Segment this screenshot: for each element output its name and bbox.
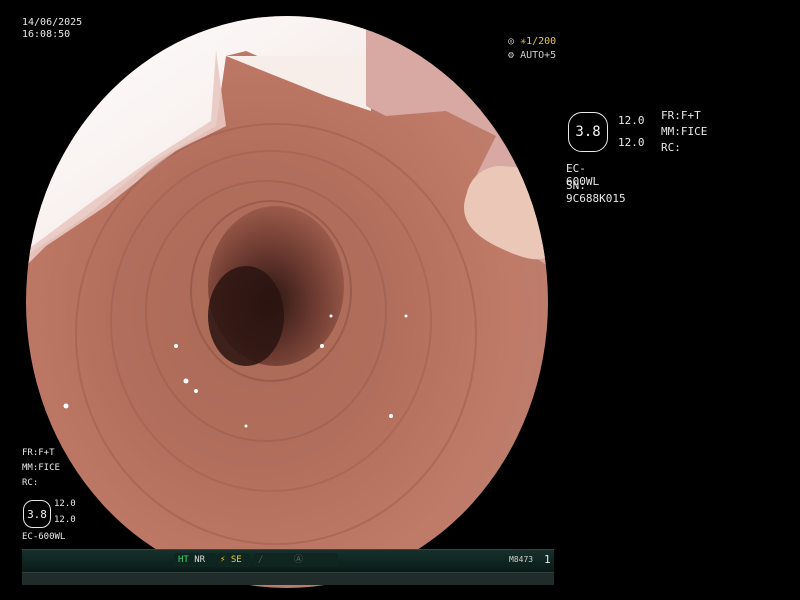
gear-icon: ⚙ xyxy=(508,50,515,61)
setting-value-1: 12.0 xyxy=(54,499,76,509)
auto-mode-row: ⚙ AUTO+5 xyxy=(508,49,556,63)
fr-label: FR:F+T xyxy=(661,109,701,122)
se-icon: ⚡ xyxy=(220,555,226,565)
endoscope-image xyxy=(26,16,548,588)
page-number: 1 xyxy=(544,553,551,566)
rc-label: RC: xyxy=(22,478,39,488)
ht-label: HT xyxy=(178,555,189,565)
status-bar-top: HT NR ⚡ SE ∕ Ⓐ M8473 1 xyxy=(22,550,554,570)
nr-label: NR xyxy=(194,555,206,565)
mode-block: FR:F+T MM:FICE RC: xyxy=(661,108,707,156)
se-indicator: ⚡ SE xyxy=(216,553,250,567)
setting-value-2: 12.0 xyxy=(54,515,76,525)
hex-value-badge: 3.8 xyxy=(23,500,51,528)
shutter-speed-row: ◎ ✳1/200 xyxy=(508,35,556,49)
date-text: 14/06/2025 xyxy=(22,17,83,28)
device-code: M8473 xyxy=(509,555,534,564)
ht-nr-indicator: HT NR xyxy=(174,553,216,567)
mm-label: MM:FICE xyxy=(22,463,60,473)
iris-icon: ◎ xyxy=(508,36,515,47)
left-info-panel: FR:F+T MM:FICE RC: 3.8 12.0 12.0 EC-600W… xyxy=(20,446,90,546)
model-label: EC-600WL xyxy=(22,532,66,542)
serial-label: SN: 9C688K015 xyxy=(566,179,626,205)
hex-value-badge: 3.8 xyxy=(568,112,608,152)
disabled-indicator: ∕ xyxy=(254,553,292,567)
mode-block: FR:F+T MM:FICE RC: xyxy=(22,446,60,491)
time-text: 16:08:50 xyxy=(22,29,71,40)
shutter-speed: 1/200 xyxy=(526,36,557,47)
circle-a-icon: Ⓐ xyxy=(294,555,304,565)
auto-mode: AUTO+5 xyxy=(520,50,557,61)
status-bar: HT NR ⚡ SE ∕ Ⓐ M8473 1 xyxy=(22,549,554,585)
shutter-info: ◎ ✳1/200 ⚙ AUTO+5 xyxy=(508,35,556,63)
fr-label: FR:F+T xyxy=(22,448,55,458)
endoscope-view xyxy=(26,16,548,588)
setting-value-1: 12.0 xyxy=(618,114,645,127)
datetime-display: 14/06/2025 16:08:50 xyxy=(22,17,82,41)
setting-value-2: 12.0 xyxy=(618,136,645,149)
mm-label: MM:FICE xyxy=(661,125,708,138)
rc-label: RC: xyxy=(661,141,681,154)
status-bar-bottom xyxy=(22,572,554,585)
slash-icon: ∕ xyxy=(258,555,264,565)
se-label: SE xyxy=(230,555,242,565)
a-indicator: Ⓐ xyxy=(290,553,338,567)
